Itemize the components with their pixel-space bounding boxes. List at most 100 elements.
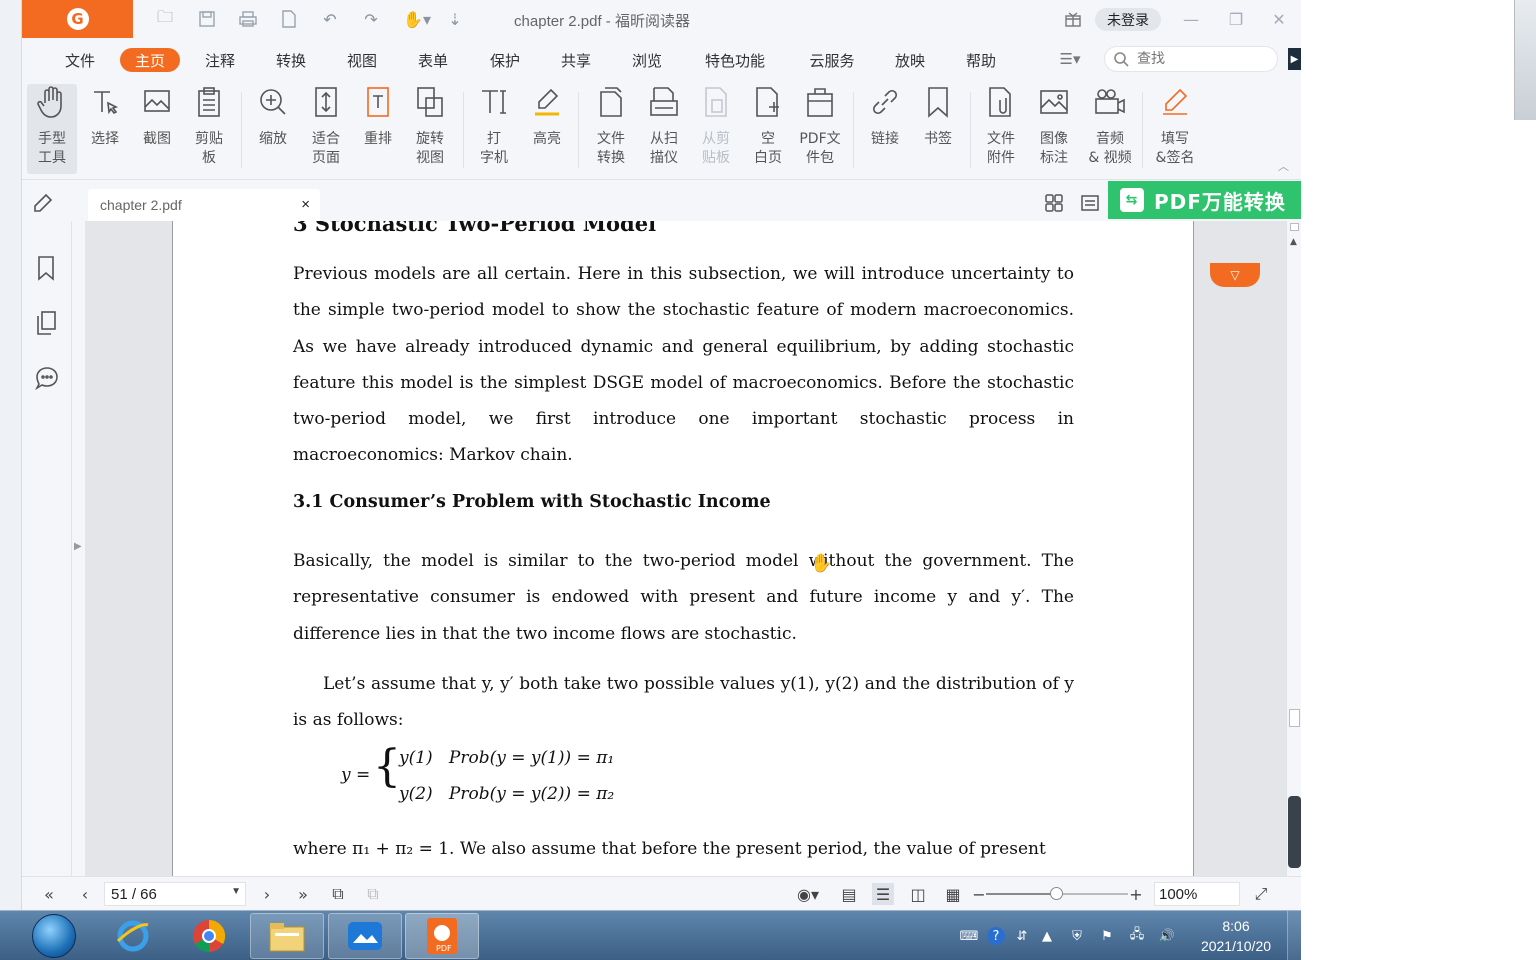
previous-page-icon[interactable]: ‹: [74, 883, 96, 905]
menu-cloud[interactable]: 云服务: [804, 48, 860, 72]
show-hidden-icons-icon[interactable]: ▲: [1038, 927, 1056, 945]
menu-file[interactable]: 文件: [58, 48, 102, 72]
collapse-ribbon-icon[interactable]: ︿: [1278, 158, 1292, 173]
document-viewer[interactable]: 3 Stochastic Two-Period Model Previous m…: [85, 221, 1286, 876]
chrome-icon[interactable]: [172, 913, 246, 959]
file-explorer-icon[interactable]: [250, 913, 324, 959]
pdf-converter-promo-button[interactable]: ⇆ PDF万能转换: [1108, 181, 1301, 219]
hand-dropdown-icon[interactable]: ✋▾: [400, 9, 434, 29]
menu-form[interactable]: 表单: [411, 48, 455, 72]
rotate-view-tool-button[interactable]: 旋转 视图: [405, 84, 455, 174]
scroll-up-arrow-icon[interactable]: ▲: [1290, 237, 1297, 247]
blank-page-tool-button[interactable]: 空 白页: [743, 84, 793, 174]
minimize-icon[interactable]: —: [1179, 8, 1203, 30]
hand-tool-button[interactable]: 手型 工具: [27, 84, 77, 174]
input-method-icon[interactable]: ⇵: [1013, 927, 1031, 945]
single-page-icon[interactable]: ▤: [838, 883, 860, 905]
document-tab[interactable]: chapter 2.pdf ×: [88, 189, 320, 221]
menu-view[interactable]: 视图: [340, 48, 384, 72]
pages-panel-icon[interactable]: [34, 310, 60, 336]
scroll-top-box[interactable]: [1290, 223, 1299, 231]
show-desktop-button[interactable]: [1287, 911, 1301, 960]
bookmark-tool-button[interactable]: 书签: [913, 84, 963, 174]
bookmarks-panel-icon[interactable]: [34, 255, 60, 281]
redo-icon[interactable]: ↷: [360, 9, 382, 29]
zoom-slider[interactable]: [986, 887, 1128, 900]
facing-page-icon[interactable]: ◫: [907, 883, 929, 905]
page-number-field[interactable]: 51 / 66 ▼: [104, 882, 246, 906]
save-icon[interactable]: [196, 9, 218, 29]
read-mode-icon[interactable]: ◉▾: [790, 883, 826, 905]
keyboard-icon[interactable]: ⌨: [960, 927, 979, 945]
new-document-icon[interactable]: [278, 9, 300, 29]
typewriter-tool-button[interactable]: 打 字机: [469, 84, 519, 174]
menu-share[interactable]: 共享: [554, 48, 598, 72]
system-clock[interactable]: 8:06 2021/10/20: [1190, 916, 1282, 956]
image-annotation-tool-button[interactable]: 图像 标注: [1029, 84, 1079, 174]
pen-edit-icon[interactable]: [32, 192, 56, 214]
scrollbar-thumb[interactable]: [1289, 709, 1300, 727]
zoom-slider-knob[interactable]: [1050, 887, 1063, 900]
page-dropdown-icon[interactable]: ▼: [231, 886, 241, 897]
from-clipboard-tool-button[interactable]: 从剪 贴板: [691, 84, 741, 174]
floating-assistant-icon[interactable]: ▽: [1210, 263, 1260, 287]
search-box[interactable]: [1104, 46, 1278, 72]
reflow-tool-button[interactable]: 重排: [353, 84, 403, 174]
highlight-tool-button[interactable]: 高亮: [522, 84, 572, 174]
vertical-scrollbar[interactable]: ▲: [1286, 221, 1301, 876]
next-view-icon[interactable]: ⧉: [362, 883, 384, 905]
menu-help[interactable]: 帮助: [959, 48, 1003, 72]
menu-home[interactable]: 主页: [120, 48, 180, 72]
help-icon[interactable]: ?: [987, 927, 1005, 945]
close-window-icon[interactable]: ✕: [1267, 8, 1291, 30]
last-page-icon[interactable]: »: [292, 883, 314, 905]
fit-page-tool-button[interactable]: 适合 页面: [301, 84, 351, 174]
login-button[interactable]: 未登录: [1095, 8, 1161, 31]
foxit-reader-icon[interactable]: PDF: [405, 913, 479, 959]
zoom-tool-button[interactable]: 缩放: [248, 84, 298, 174]
action-center-flag-icon[interactable]: ⚑: [1098, 927, 1116, 945]
grid-view-icon[interactable]: [1042, 192, 1066, 214]
undo-icon[interactable]: ↶: [319, 9, 341, 29]
print-icon[interactable]: [237, 9, 259, 29]
menu-protect[interactable]: 保护: [483, 48, 527, 72]
internet-explorer-icon[interactable]: [96, 913, 170, 959]
desktop-window-thumbnail[interactable]: [1514, 0, 1536, 120]
volume-icon[interactable]: 🔊: [1158, 927, 1176, 945]
security-shield-icon[interactable]: ⛨: [1068, 927, 1086, 945]
select-tool-button[interactable]: 选择: [80, 84, 130, 174]
app-logo[interactable]: G: [22, 0, 133, 38]
panel-collapse-arrow-icon[interactable]: ▶: [1288, 48, 1301, 70]
cloud-app-icon[interactable]: [328, 913, 402, 959]
network-icon[interactable]: 🖧: [1128, 927, 1146, 945]
menu-convert[interactable]: 转换: [269, 48, 313, 72]
clipboard-tool-button[interactable]: 剪贴 板: [184, 84, 234, 174]
previous-view-icon[interactable]: ⧉: [327, 883, 349, 905]
zoom-level-field[interactable]: 100%: [1154, 882, 1240, 906]
zoom-in-icon[interactable]: +: [1125, 883, 1147, 905]
file-convert-tool-button[interactable]: 文件 转换: [586, 84, 636, 174]
close-tab-icon[interactable]: ×: [301, 196, 310, 213]
comments-panel-icon[interactable]: [34, 365, 60, 391]
attachment-tool-button[interactable]: 文件 附件: [976, 84, 1026, 174]
screenshot-tool-button[interactable]: 截图: [132, 84, 182, 174]
start-button[interactable]: [32, 914, 76, 958]
gift-icon[interactable]: [1063, 9, 1083, 29]
pdf-package-tool-button[interactable]: PDF文 件包: [795, 84, 845, 174]
scanner-tool-button[interactable]: 从扫 描仪: [639, 84, 689, 174]
menu-browse[interactable]: 浏览: [625, 48, 669, 72]
audio-video-tool-button[interactable]: 音频 & 视频: [1085, 84, 1135, 174]
fullscreen-icon[interactable]: ⤢: [1250, 883, 1272, 905]
next-page-icon[interactable]: ›: [256, 883, 278, 905]
fill-sign-tool-button[interactable]: 填写 &签名: [1150, 84, 1200, 174]
menu-features[interactable]: 特色功能: [700, 48, 770, 72]
expand-panel-arrow-icon[interactable]: ▶: [74, 541, 82, 552]
menu-slideshow[interactable]: 放映: [888, 48, 932, 72]
link-tool-button[interactable]: 链接: [860, 84, 910, 174]
first-page-icon[interactable]: «: [38, 883, 60, 905]
search-input[interactable]: [1137, 51, 1257, 67]
continuous-facing-icon[interactable]: ▦: [942, 883, 964, 905]
menu-comment[interactable]: 注释: [198, 48, 242, 72]
open-file-icon[interactable]: 🗀: [154, 7, 176, 29]
tab-list-icon[interactable]: [1078, 192, 1102, 214]
